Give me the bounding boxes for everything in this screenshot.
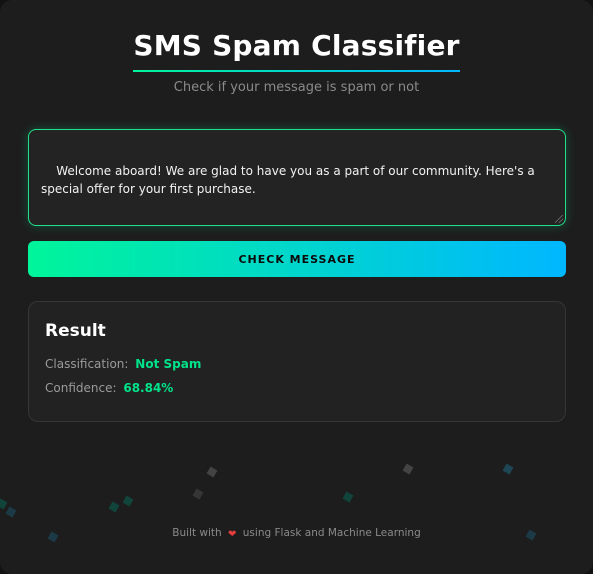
header: SMS Spam Classifier Check if your messag… [0, 28, 593, 95]
decorative-particle [342, 491, 354, 503]
classification-row: Classification: Not Spam [45, 356, 549, 372]
result-card: Result Classification: Not Spam Confiden… [28, 301, 566, 422]
decorative-particle [192, 488, 204, 500]
confidence-value: 68.84% [123, 381, 174, 395]
decorative-particle [0, 498, 8, 510]
resize-handle-icon[interactable] [555, 215, 563, 223]
decorative-particle [122, 495, 134, 507]
classification-value: Not Spam [135, 357, 202, 371]
footer-prefix: Built with [172, 527, 222, 539]
classification-label: Classification: [45, 357, 129, 371]
page-subtitle: Check if your message is spam or not [173, 80, 420, 95]
decorative-particle [402, 463, 414, 475]
result-title: Result [45, 321, 106, 341]
footer-suffix: using Flask and Machine Learning [242, 527, 421, 539]
decorative-particle [108, 501, 120, 513]
page-title: SMS Spam Classifier [133, 28, 460, 72]
decorative-particle [206, 466, 218, 478]
app-card: SMS Spam Classifier Check if your messag… [0, 0, 593, 574]
decorative-particle [5, 506, 17, 518]
message-input[interactable]: Welcome aboard! We are glad to have you … [28, 129, 566, 226]
footer: Built with ❤ using Flask and Machine Lea… [0, 527, 593, 540]
message-text: Welcome aboard! We are glad to have you … [41, 164, 539, 196]
decorative-particle [502, 463, 514, 475]
heart-icon: ❤ [228, 529, 237, 540]
confidence-row: Confidence: 68.84% [45, 380, 549, 396]
confidence-label: Confidence: [45, 381, 117, 395]
check-message-button[interactable]: CHECK MESSAGE [28, 241, 566, 277]
